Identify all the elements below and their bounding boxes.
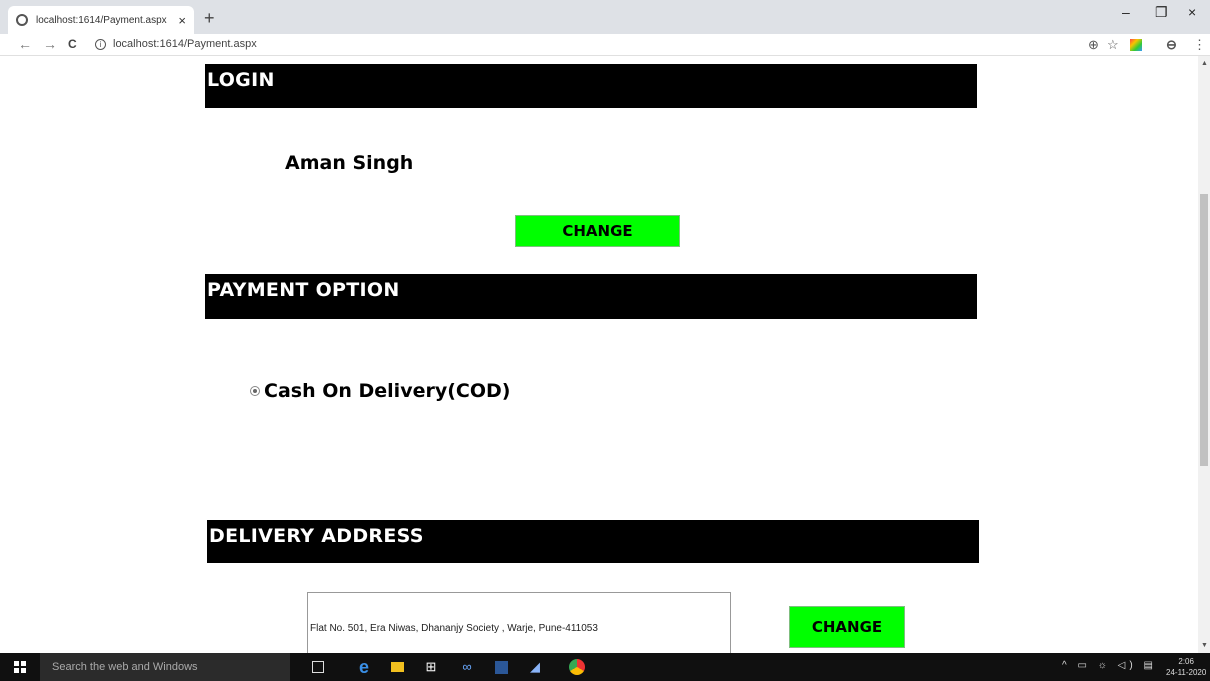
bookmark-star-icon[interactable]: ☆ (1107, 37, 1119, 53)
windows-start-icon[interactable] (14, 661, 26, 673)
page-content: LOGIN Aman Singh CHANGE PAYMENT OPTION C… (0, 56, 1198, 653)
extension-icon[interactable] (1130, 39, 1142, 51)
chrome-icon[interactable] (568, 658, 586, 676)
globe-icon (16, 14, 28, 26)
forward-button[interactable]: → (43, 36, 57, 52)
user-name: Aman Singh (285, 152, 414, 174)
cod-option[interactable]: Cash On Delivery(COD) (250, 380, 510, 402)
reload-button[interactable]: C (68, 37, 77, 51)
minimize-button[interactable]: – (1122, 4, 1130, 20)
store-icon[interactable]: ⊞ (422, 658, 440, 676)
file-explorer-icon[interactable] (388, 658, 406, 676)
address-bar[interactable]: localhost:1614/Payment.aspx (113, 38, 257, 50)
browser-toolbar: ← → C i localhost:1614/Payment.aspx ⊕ ☆ … (0, 34, 1210, 56)
taskbar-clock[interactable]: 2:06 24-11-2020 (1166, 656, 1206, 678)
payment-option-heading: PAYMENT OPTION (205, 274, 977, 319)
word-icon[interactable] (492, 658, 510, 676)
info-icon[interactable]: i (95, 39, 106, 50)
scroll-thumb[interactable] (1200, 194, 1208, 466)
browser-menu-icon[interactable]: ⋮ (1193, 37, 1206, 53)
clock-date: 24-11-2020 (1166, 668, 1207, 677)
tab-close-icon[interactable]: × (178, 13, 186, 28)
change-address-button[interactable]: CHANGE (789, 606, 905, 648)
login-heading: LOGIN (205, 64, 977, 108)
task-view-icon[interactable] (312, 661, 324, 673)
clock-time: 2:06 (1178, 657, 1194, 666)
browser-tabstrip: localhost:1614/Payment.aspx × + – ❐ × (0, 0, 1210, 34)
profile-icon[interactable]: ⊖ (1166, 37, 1177, 53)
delivery-address-heading: DELIVERY ADDRESS (207, 520, 979, 563)
browser-tab[interactable]: localhost:1614/Payment.aspx × (8, 6, 194, 34)
system-tray-icons[interactable]: ^ ▭ ☼ ◁) ▤ (1062, 660, 1157, 671)
window-close-button[interactable]: × (1188, 4, 1196, 20)
address-box: Flat No. 501, Era Niwas, Dhananjy Societ… (307, 592, 731, 653)
cod-radio-button[interactable] (250, 386, 260, 396)
maximize-button[interactable]: ❐ (1155, 4, 1168, 21)
change-login-button[interactable]: CHANGE (515, 215, 680, 247)
back-button[interactable]: ← (18, 36, 32, 52)
new-tab-button[interactable]: + (204, 8, 215, 29)
scroll-down-icon[interactable]: ▼ (1201, 642, 1208, 649)
media-app-icon[interactable]: ◢ (526, 658, 544, 676)
taskbar-search-box[interactable]: Search the web and Windows (40, 653, 290, 681)
cod-label: Cash On Delivery(COD) (264, 380, 511, 402)
zoom-icon[interactable]: ⊕ (1088, 37, 1099, 53)
edge-browser-icon[interactable]: e (355, 658, 373, 676)
vertical-scrollbar[interactable]: ▲ ▼ (1198, 56, 1210, 653)
tab-title: localhost:1614/Payment.aspx (36, 14, 167, 26)
windows-taskbar: Search the web and Windows e ⊞ ∞ ◢ ^ ▭ ☼… (0, 653, 1210, 681)
infinity-app-icon[interactable]: ∞ (458, 658, 476, 676)
scroll-up-icon[interactable]: ▲ (1201, 60, 1208, 67)
